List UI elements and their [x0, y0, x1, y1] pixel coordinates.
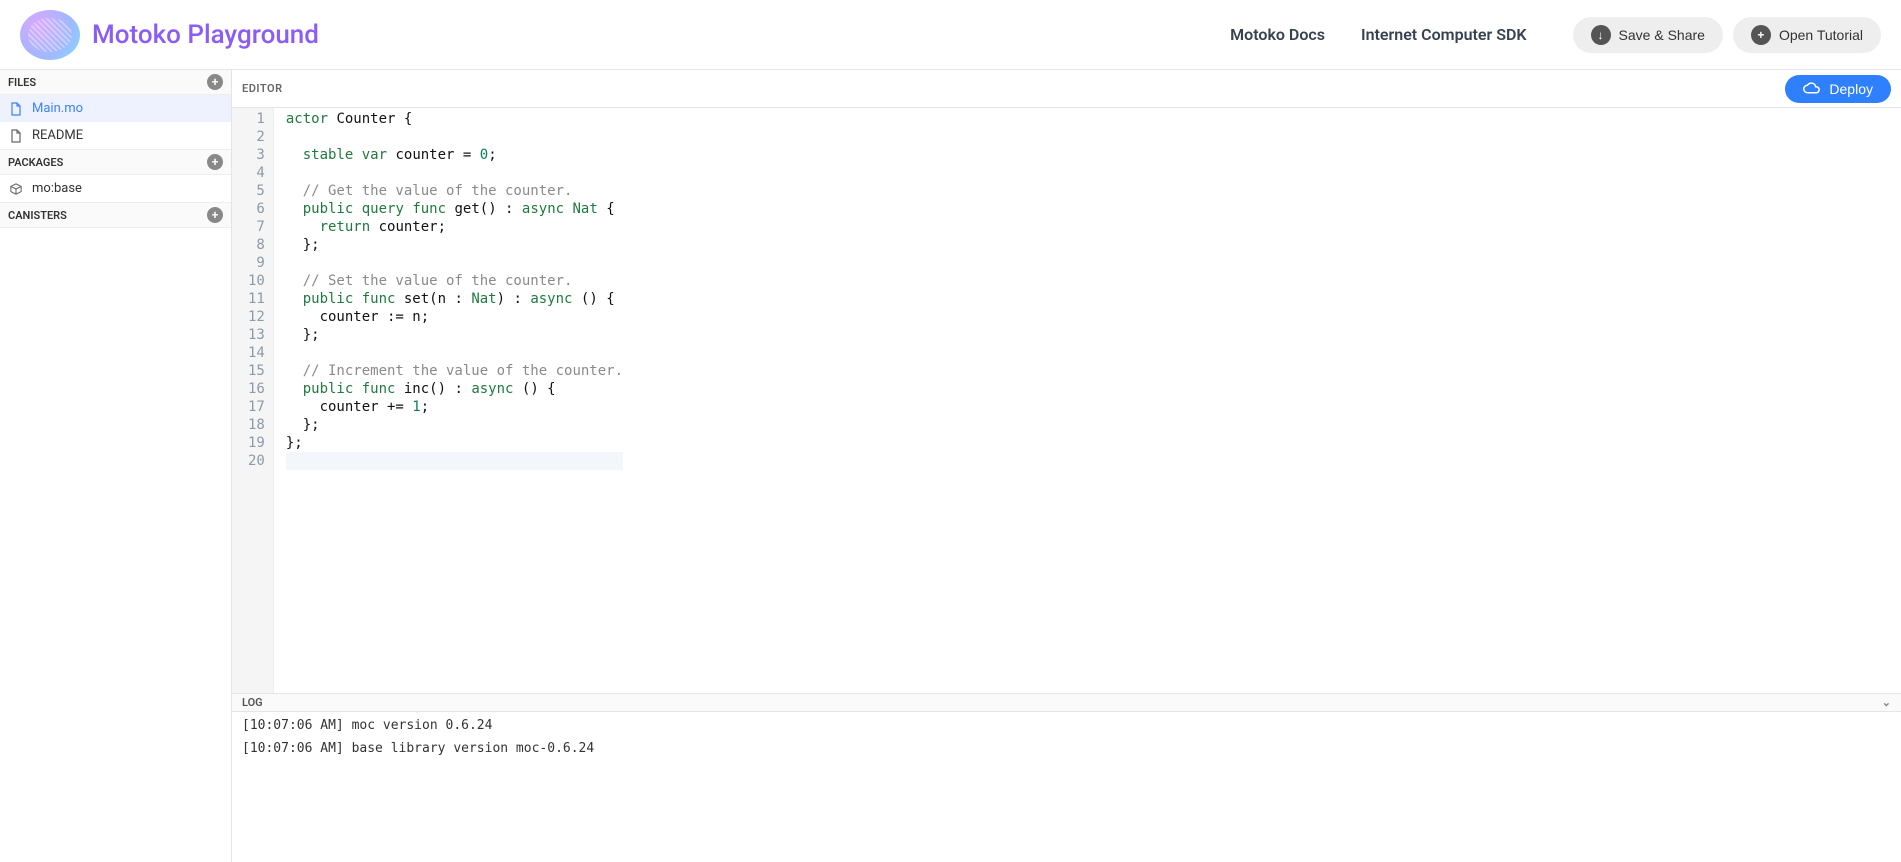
save-share-label: Save & Share: [1619, 27, 1705, 43]
file-name: Main.mo: [32, 101, 83, 116]
deploy-label: Deploy: [1829, 81, 1873, 97]
file-item[interactable]: Main.mo: [0, 95, 231, 122]
header: Motoko Playground Motoko Docs Internet C…: [0, 0, 1901, 70]
log-entry: [10:07:06 AM] moc version 0.6.24: [242, 718, 1891, 733]
download-icon: ↓: [1591, 25, 1611, 45]
log-label: LOG: [242, 696, 263, 709]
log-bar: LOG ⌄: [232, 693, 1901, 712]
line-gutter: 1234567891011121314151617181920: [232, 108, 274, 693]
logo-icon: [20, 10, 80, 60]
file-icon: [10, 102, 24, 116]
save-share-button[interactable]: ↓ Save & Share: [1573, 17, 1723, 53]
log-collapse-icon[interactable]: ⌄: [1882, 696, 1891, 709]
app-title: Motoko Playground: [92, 20, 319, 50]
logo-wrap: Motoko Playground: [20, 10, 319, 60]
file-icon: [10, 129, 24, 143]
link-ic-sdk[interactable]: Internet Computer SDK: [1361, 25, 1527, 44]
packages-label: PACKAGES: [8, 156, 63, 169]
plus-icon: +: [1751, 25, 1771, 45]
canisters-label: CANISTERS: [8, 209, 67, 222]
open-tutorial-label: Open Tutorial: [1779, 27, 1863, 43]
main: EDITOR Deploy 12345678910111213141516171…: [232, 70, 1901, 862]
package-item[interactable]: mo:base: [0, 175, 231, 202]
cloud-deploy-icon: [1803, 82, 1821, 96]
code-area[interactable]: actor Counter { stable var counter = 0; …: [274, 108, 635, 693]
open-tutorial-button[interactable]: + Open Tutorial: [1733, 17, 1881, 53]
log-output: [10:07:06 AM] moc version 0.6.24 [10:07:0…: [232, 712, 1901, 862]
add-file-icon[interactable]: +: [207, 74, 223, 90]
files-label: FILES: [8, 76, 36, 89]
canisters-section-header: CANISTERS +: [0, 202, 231, 228]
deploy-button[interactable]: Deploy: [1785, 75, 1891, 103]
editor-bar: EDITOR Deploy: [232, 70, 1901, 108]
link-motoko-docs[interactable]: Motoko Docs: [1230, 25, 1325, 44]
add-package-icon[interactable]: +: [207, 154, 223, 170]
package-name: mo:base: [32, 181, 82, 196]
package-icon: [10, 182, 24, 196]
editor-label: EDITOR: [242, 82, 283, 95]
sidebar: FILES + Main.mo README PACKAGES + mo:base…: [0, 70, 232, 862]
add-canister-icon[interactable]: +: [207, 207, 223, 223]
log-entry: [10:07:06 AM] base library version moc-0…: [242, 741, 1891, 756]
file-item[interactable]: README: [0, 122, 231, 149]
code-editor[interactable]: 1234567891011121314151617181920 actor Co…: [232, 108, 1901, 693]
files-section-header: FILES +: [0, 70, 231, 95]
packages-section-header: PACKAGES +: [0, 149, 231, 175]
file-name: README: [32, 128, 83, 143]
